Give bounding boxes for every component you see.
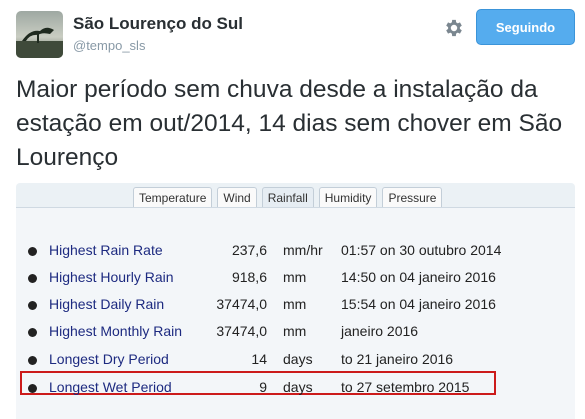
following-button[interactable]: Seguindo — [476, 9, 575, 45]
record-unit: days — [283, 379, 313, 395]
avatar[interactable] — [16, 11, 63, 58]
tweet-text: Maior período sem chuva desde a instalaç… — [16, 76, 563, 171]
record-date: 01:57 on 30 outubro 2014 — [341, 242, 502, 258]
record-row: Highest Daily Rain 37474,0 mm 15:54 on 0… — [28, 294, 568, 316]
record-date: 14:50 on 04 janeiro 2016 — [341, 269, 496, 285]
bullet-icon — [28, 384, 37, 393]
display-name[interactable]: São Lourenço do Sul — [73, 14, 243, 34]
bullet-icon — [28, 356, 37, 365]
record-label: Highest Rain Rate — [49, 242, 163, 258]
record-date: 15:54 on 04 janeiro 2016 — [341, 296, 496, 312]
attached-image[interactable]: Temperature Wind Rainfall Humidity Press… — [16, 183, 575, 419]
bullet-icon — [28, 301, 37, 310]
record-value: 37474,0 — [216, 323, 267, 339]
tab-humidity: Humidity — [318, 187, 378, 208]
weather-tabs: Temperature Wind Rainfall Humidity Press… — [133, 187, 443, 208]
gear-icon[interactable] — [443, 17, 465, 39]
record-row: Longest Wet Period 9 days to 27 setembro… — [28, 377, 568, 399]
record-unit: mm — [283, 323, 307, 339]
record-label: Highest Hourly Rain — [49, 269, 174, 285]
tab-pressure: Pressure — [382, 187, 443, 208]
record-unit: mm/hr — [283, 242, 323, 258]
record-unit: mm — [283, 296, 307, 312]
rainfall-records-panel: Highest Rain Rate 237,6 mm/hr 01:57 on 3… — [16, 207, 575, 419]
bullet-icon — [28, 328, 37, 337]
record-date: janeiro 2016 — [341, 323, 419, 339]
record-unit: days — [283, 351, 313, 367]
record-row: Highest Rain Rate 237,6 mm/hr 01:57 on 3… — [28, 240, 568, 262]
record-unit: mm — [283, 269, 307, 285]
record-value: 14 — [251, 351, 267, 367]
username-handle[interactable]: @tempo_sls — [73, 38, 145, 53]
tab-wind: Wind — [217, 187, 257, 208]
record-value: 37474,0 — [216, 296, 267, 312]
record-row: Highest Hourly Rain 918,6 mm 14:50 on 04… — [28, 267, 568, 289]
record-row: Highest Monthly Rain 37474,0 mm janeiro … — [28, 321, 568, 343]
record-label: Longest Dry Period — [49, 351, 169, 367]
record-label: Highest Monthly Rain — [49, 323, 183, 339]
record-row-highlighted: Longest Dry Period 14 days to 21 janeiro… — [28, 349, 568, 371]
tab-rainfall: Rainfall — [261, 187, 314, 208]
record-label: Longest Wet Period — [49, 379, 172, 395]
bullet-icon — [28, 247, 37, 256]
record-value: 237,6 — [231, 242, 267, 258]
record-date: to 27 setembro 2015 — [341, 379, 470, 395]
record-value: 918,6 — [231, 269, 267, 285]
record-label: Highest Daily Rain — [49, 296, 165, 312]
record-date: to 21 janeiro 2016 — [341, 351, 454, 367]
record-value: 9 — [259, 379, 267, 395]
tab-temperature: Temperature — [133, 187, 213, 208]
bullet-icon — [28, 274, 37, 283]
